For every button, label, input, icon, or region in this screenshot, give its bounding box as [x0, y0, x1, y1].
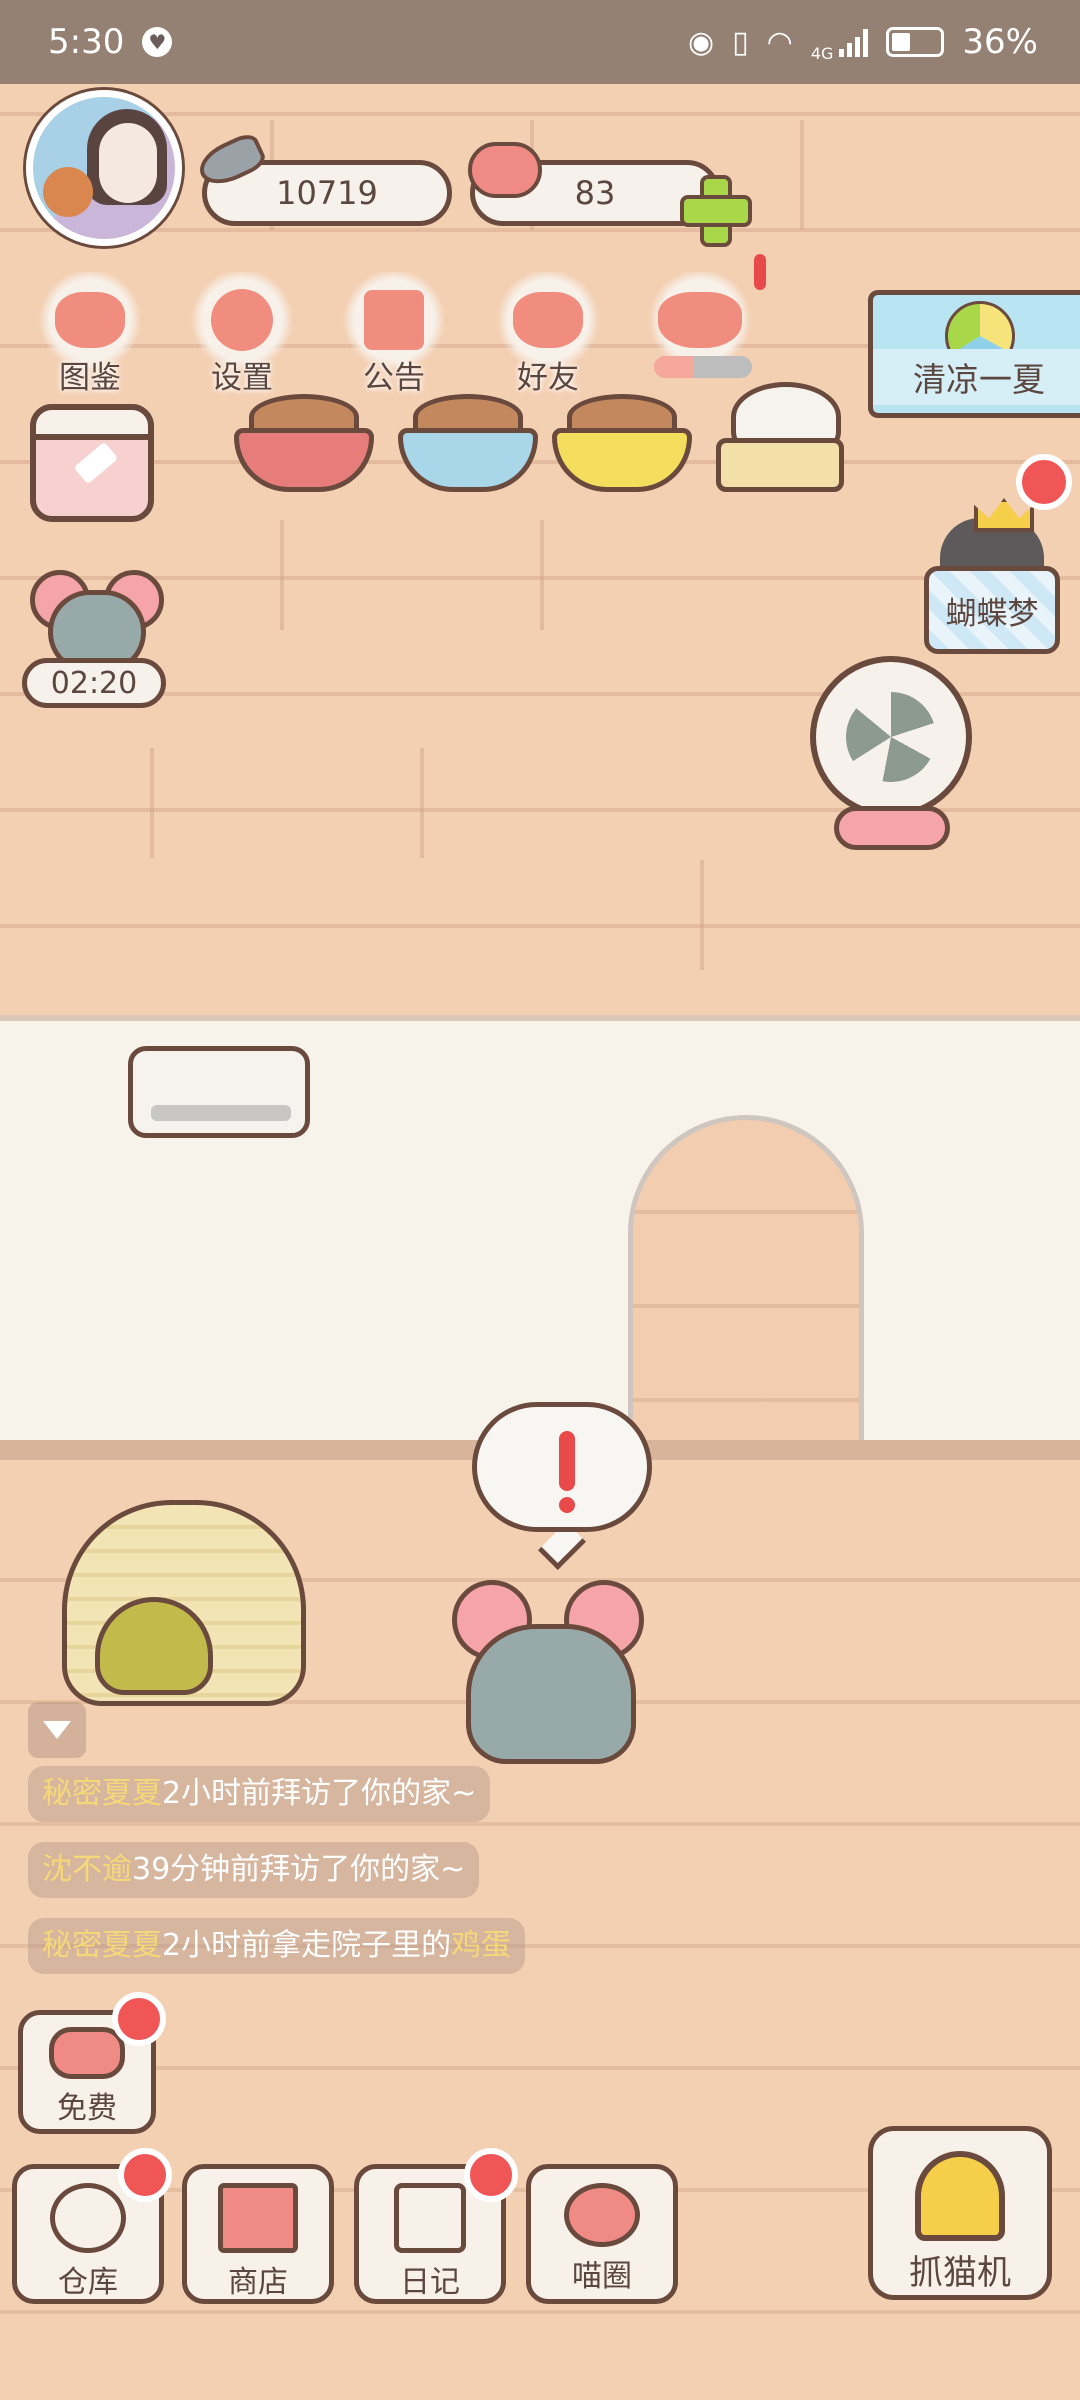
visit-text: 2小时前拜访了你的家~	[162, 1776, 477, 1811]
brick-seam	[800, 120, 804, 230]
shop-label: 商店	[228, 2265, 288, 2300]
visitor-name: 秘密夏夏	[42, 1928, 162, 1963]
summer-event-label: 清凉一夏	[873, 349, 1080, 405]
menu-announcement-label: 公告	[363, 360, 425, 396]
menu-collection[interactable]: 图鉴	[30, 272, 150, 396]
eye-icon: ◉	[687, 24, 715, 60]
food-bowl-yellow[interactable]	[552, 392, 692, 492]
notification-dot	[1016, 454, 1072, 510]
battery-percent: 36%	[962, 22, 1038, 62]
gear-icon	[211, 289, 273, 351]
menu-settings[interactable]: 设置	[182, 272, 302, 396]
signal-icon	[839, 27, 869, 57]
event-progress-fill	[654, 356, 694, 378]
food-bowl-blue[interactable]	[398, 392, 538, 492]
cat-head-icon	[55, 292, 125, 348]
feeder-editor-button[interactable]	[30, 404, 154, 522]
grumpy-mouse-character[interactable]	[452, 1580, 648, 1770]
gift-icon	[364, 290, 424, 350]
brick-seam	[150, 748, 154, 858]
rice-ball-steamer[interactable]	[716, 382, 846, 492]
butterfly-dream-label: 蝴蝶梦	[945, 595, 1039, 632]
doorway-arch[interactable]	[628, 1115, 864, 1475]
add-hearts-button[interactable]	[680, 175, 752, 247]
air-conditioner[interactable]	[128, 1046, 310, 1138]
notification-dot	[118, 2148, 172, 2202]
warehouse-label: 仓库	[58, 2265, 118, 2300]
brick-seam	[420, 748, 424, 858]
menu-settings-label: 设置	[211, 360, 273, 396]
visit-log-item: 秘密夏夏2小时前拿走院子里的鸡蛋	[28, 1918, 526, 1974]
cat-planet-icon	[564, 2183, 640, 2247]
shop-button[interactable]: 商店	[182, 2164, 334, 2304]
wifi-icon: ◠	[766, 24, 793, 60]
status-bar: 5:30 ♥ ◉ ▯ ◠ 4G 36%	[0, 0, 1080, 84]
claw-machine-button[interactable]: 抓猫机	[868, 2126, 1052, 2300]
timer-value: 02:20	[50, 665, 138, 701]
rice-bowl-icon	[50, 2183, 126, 2253]
claw-machine-label: 抓猫机	[909, 2253, 1011, 2293]
fish-count: 10719	[276, 174, 378, 212]
butterfly-dream-event[interactable]: 蝴蝶梦	[924, 498, 1060, 654]
brick-seam	[280, 520, 284, 630]
brick-seam	[700, 860, 704, 970]
diary-label: 日记	[400, 2265, 460, 2300]
collapse-log-button[interactable]	[28, 1702, 86, 1758]
heart-icon	[49, 2027, 125, 2079]
friends-icon	[513, 292, 583, 348]
heart-pair-icon	[658, 292, 742, 348]
straw-cat-bed[interactable]	[62, 1500, 306, 1706]
food-bowl-red[interactable]	[234, 392, 374, 492]
electric-fan[interactable]	[810, 656, 976, 850]
meow-circle-button[interactable]: 喵圈	[526, 2164, 678, 2304]
visit-text: 39分钟前拜访了你的家~	[132, 1852, 466, 1887]
taken-item: 鸡蛋	[451, 1928, 512, 1963]
free-button-label: 免费	[57, 2091, 117, 2126]
brick-seam	[540, 520, 544, 630]
menu-announcement[interactable]: 公告	[334, 272, 454, 396]
event-progress-bar	[654, 356, 752, 378]
status-time: 5:30	[48, 22, 125, 62]
visit-log-item: 沈不逾39分钟前拜访了你的家~	[28, 1842, 480, 1898]
heart-count: 83	[574, 174, 616, 212]
battery-icon	[886, 27, 945, 57]
exclamation-icon	[559, 1431, 575, 1491]
fox-icon	[43, 167, 93, 217]
menu-friends-label: 好友	[517, 360, 579, 396]
exclamation-icon	[754, 254, 766, 290]
notification-dot	[464, 2148, 518, 2202]
visit-text: 2小时前拿走院子里的	[162, 1928, 452, 1963]
heart-icon	[468, 142, 542, 198]
player-avatar[interactable]	[26, 90, 182, 246]
visitor-timer[interactable]: 02:20	[22, 570, 170, 708]
shop-icon	[218, 2183, 298, 2253]
fan-blades-icon	[846, 692, 936, 782]
network-type: 4G	[810, 43, 834, 63]
meow-circle-label: 喵圈	[572, 2259, 632, 2294]
summer-event-banner[interactable]: 清凉一夏	[868, 290, 1080, 418]
diary-icon	[394, 2183, 466, 2253]
claw-icon	[915, 2151, 1005, 2241]
notification-dot	[112, 1992, 166, 2046]
menu-friends[interactable]: 好友	[488, 272, 608, 396]
pencil-icon	[73, 441, 119, 485]
vibrate-icon: ▯	[732, 24, 749, 60]
alert-speech-bubble[interactable]	[472, 1402, 652, 1532]
visit-log-item: 秘密夏夏2小时前拜访了你的家~	[28, 1766, 491, 1822]
heart-notification-icon: ♥	[142, 27, 173, 57]
visitor-name: 秘密夏夏	[42, 1776, 162, 1811]
menu-collection-label: 图鉴	[59, 360, 121, 396]
visitor-name: 沈不逾	[42, 1852, 132, 1887]
